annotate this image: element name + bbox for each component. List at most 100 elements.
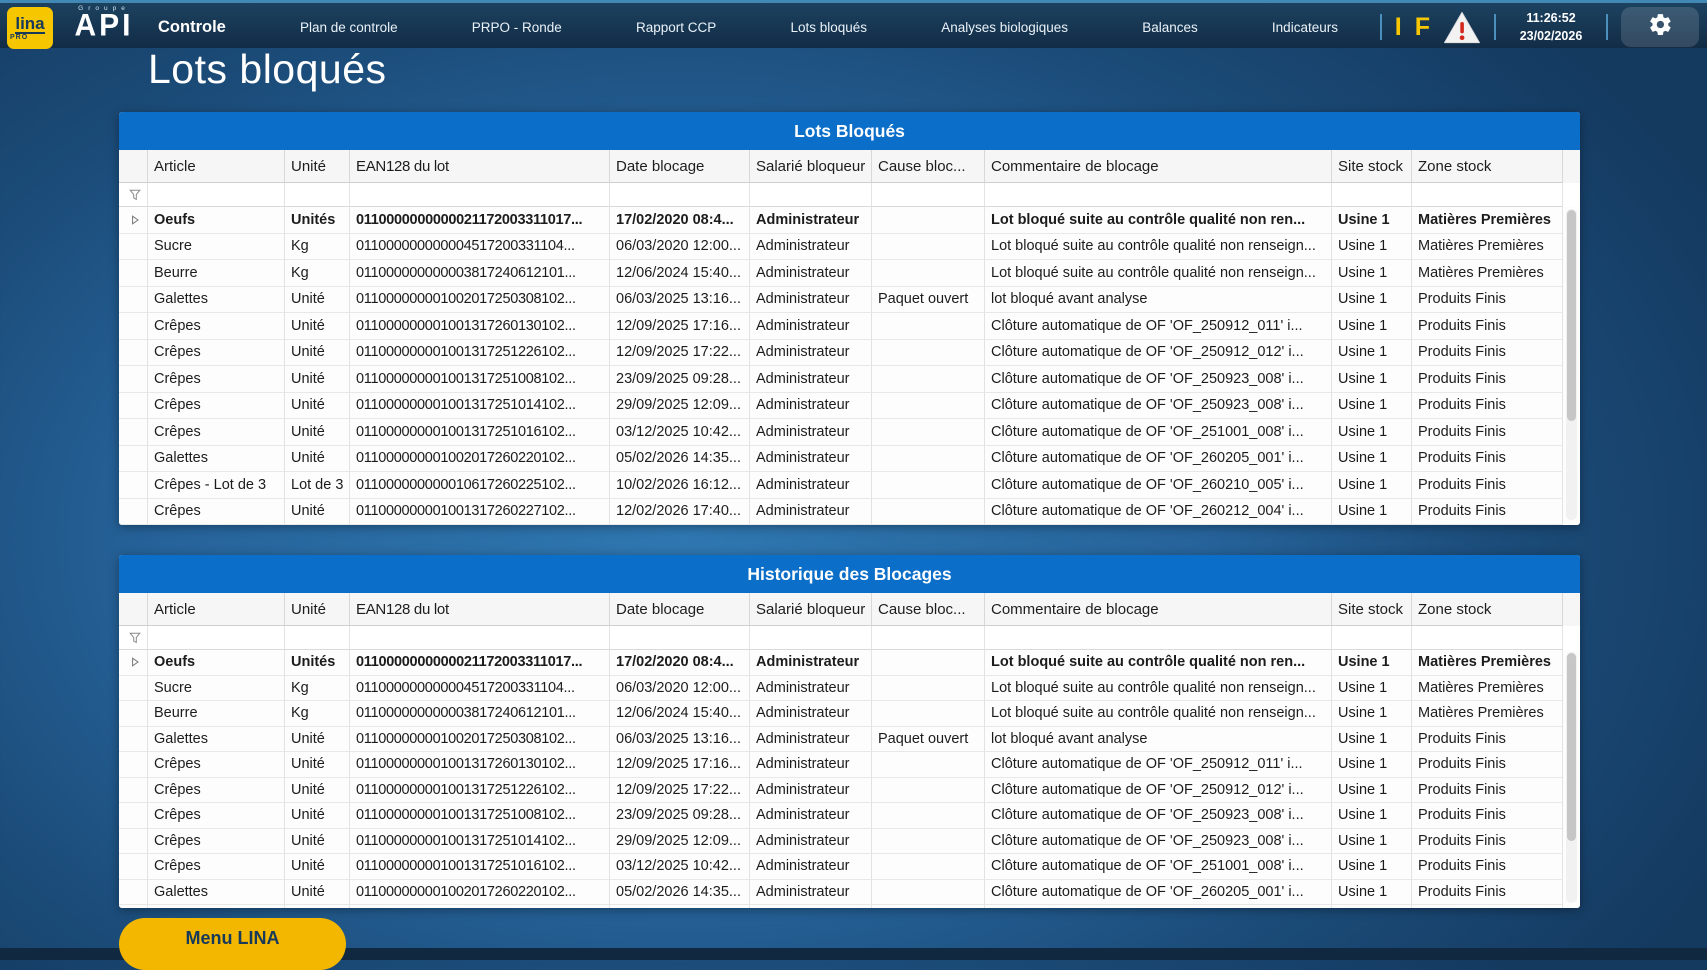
cell-site: Usine 1 xyxy=(1332,701,1412,727)
column-header-ean[interactable]: EAN128 du lot xyxy=(350,593,610,626)
filter-cell-ean[interactable] xyxy=(350,626,610,650)
expander-icon[interactable] xyxy=(130,657,140,667)
filter-cell-date[interactable] xyxy=(610,626,750,650)
filter-cell-cause[interactable] xyxy=(872,183,985,207)
column-header-zone[interactable]: Zone stock xyxy=(1412,593,1563,626)
table-row[interactable]: OeufsUnités0110000000000021172003311017.… xyxy=(119,650,1580,676)
column-header-site[interactable]: Site stock xyxy=(1332,150,1412,183)
cell-zone: Matières Premières xyxy=(1412,676,1563,702)
nav-item-analyses-biologiques[interactable]: Analyses biologiques xyxy=(941,20,1068,35)
filter-cell-ean[interactable] xyxy=(350,183,610,207)
table-row[interactable]: SucreKg011000000000004517200331104...06/… xyxy=(119,234,1580,261)
table-row[interactable]: CrêpesUnité011000000001001317251008102..… xyxy=(119,366,1580,393)
expander-cell[interactable] xyxy=(119,650,148,676)
cell-commentaire: Clôture automatique de OF 'OF_260205_001… xyxy=(985,446,1332,473)
table-row[interactable]: BeurreKg011000000000003817240612101...12… xyxy=(119,701,1580,727)
table-row[interactable]: CrêpesUnité011000000001001317251226102..… xyxy=(119,340,1580,367)
column-header-commentaire[interactable]: Commentaire de blocage xyxy=(985,150,1332,183)
column-header-unite[interactable]: Unité xyxy=(285,150,350,183)
expander-cell xyxy=(119,366,148,393)
filter-cell-site[interactable] xyxy=(1332,626,1412,650)
filter-cell-site[interactable] xyxy=(1332,183,1412,207)
expander-cell xyxy=(119,393,148,420)
cell-zone: Produits Finis xyxy=(1412,393,1563,420)
table-row[interactable]: Crêpes - Lot de 3Lot de 3011000000000010… xyxy=(119,905,1580,908)
table-row[interactable]: BeurreKg011000000000003817240612101...12… xyxy=(119,260,1580,287)
table-row[interactable]: CrêpesUnité011000000001001317251016102..… xyxy=(119,854,1580,880)
column-header-commentaire[interactable]: Commentaire de blocage xyxy=(985,593,1332,626)
column-header-salarie[interactable]: Salarié bloqueur xyxy=(750,593,872,626)
gear-icon xyxy=(1648,12,1673,42)
table-row[interactable]: CrêpesUnité011000000001001317251014102..… xyxy=(119,829,1580,855)
column-header-salarie[interactable]: Salarié bloqueur xyxy=(750,150,872,183)
column-header-unite[interactable]: Unité xyxy=(285,593,350,626)
filter-cell-salarie[interactable] xyxy=(750,626,872,650)
table-row[interactable]: SucreKg011000000000004517200331104...06/… xyxy=(119,676,1580,702)
column-header-article[interactable]: Article xyxy=(148,150,285,183)
nav-item-rapport-ccp[interactable]: Rapport CCP xyxy=(636,20,716,35)
table-row[interactable]: CrêpesUnité011000000001001317251008102..… xyxy=(119,803,1580,829)
column-header-date[interactable]: Date blocage xyxy=(610,150,750,183)
expander-cell xyxy=(119,260,148,287)
cell-ean: 011000000000004517200331104... xyxy=(350,676,610,702)
cell-date: 06/03/2020 12:00... xyxy=(610,676,750,702)
filter-cell-article[interactable] xyxy=(148,183,285,207)
warning-icon[interactable] xyxy=(1443,11,1481,44)
filter-cell-commentaire[interactable] xyxy=(985,183,1332,207)
filter-cell-zone[interactable] xyxy=(1412,626,1563,650)
table-row[interactable]: GalettesUnité011000000001002017260220102… xyxy=(119,880,1580,906)
scrollbar-thumb[interactable] xyxy=(1567,653,1576,841)
nav-item-lots-bloqu-s[interactable]: Lots bloqués xyxy=(790,20,867,35)
nav-item-indicateurs[interactable]: Indicateurs xyxy=(1272,20,1338,35)
menu-lina-button[interactable]: Menu LINA xyxy=(119,918,346,970)
filter-cell-salarie[interactable] xyxy=(750,183,872,207)
table-row[interactable]: CrêpesUnité011000000001001317251226102..… xyxy=(119,778,1580,804)
cell-article: Crêpes xyxy=(148,393,285,420)
column-header-cause[interactable]: Cause bloc... xyxy=(872,593,985,626)
cell-article: Crêpes xyxy=(148,419,285,446)
table-filter-row xyxy=(119,626,1580,650)
vertical-scrollbar[interactable] xyxy=(1566,209,1577,520)
filter-cell-commentaire[interactable] xyxy=(985,626,1332,650)
expander-cell[interactable] xyxy=(119,207,148,234)
filter-cell-zone[interactable] xyxy=(1412,183,1563,207)
filter-cell-unite[interactable] xyxy=(285,626,350,650)
column-header-zone[interactable]: Zone stock xyxy=(1412,150,1563,183)
cell-commentaire: Lot bloqué suite au contrôle qualité non… xyxy=(985,701,1332,727)
settings-button[interactable] xyxy=(1621,7,1699,47)
cell-ean: 011000000000003817240612101... xyxy=(350,701,610,727)
expander-icon[interactable] xyxy=(130,215,140,225)
column-header-site[interactable]: Site stock xyxy=(1332,593,1412,626)
table-row[interactable]: CrêpesUnité011000000001001317260227102..… xyxy=(119,499,1580,526)
cell-site: Usine 1 xyxy=(1332,234,1412,261)
cell-ean: 011000000001001317251016102... xyxy=(350,854,610,880)
column-header-date[interactable]: Date blocage xyxy=(610,593,750,626)
table-row[interactable]: CrêpesUnité011000000001001317260130102..… xyxy=(119,313,1580,340)
filter-cell-cause[interactable] xyxy=(872,626,985,650)
cell-date: 10/02/2026 16:12... xyxy=(610,905,750,908)
cell-cause xyxy=(872,905,985,908)
table-row[interactable]: GalettesUnité011000000001002017250308102… xyxy=(119,727,1580,753)
vertical-scrollbar[interactable] xyxy=(1566,652,1577,903)
nav-item-prpo-ronde[interactable]: PRPO - Ronde xyxy=(472,20,562,35)
table-row[interactable]: CrêpesUnité011000000001001317251016102..… xyxy=(119,419,1580,446)
table-row[interactable]: Crêpes - Lot de 3Lot de 3011000000000010… xyxy=(119,472,1580,499)
nav-item-plan-de-controle[interactable]: Plan de controle xyxy=(300,20,398,35)
filter-cell-article[interactable] xyxy=(148,626,285,650)
table-row[interactable]: GalettesUnité011000000001002017250308102… xyxy=(119,287,1580,314)
filter-cell-date[interactable] xyxy=(610,183,750,207)
table-row[interactable]: GalettesUnité011000000001002017260220102… xyxy=(119,446,1580,473)
cell-zone: Produits Finis xyxy=(1412,446,1563,473)
column-header-cause[interactable]: Cause bloc... xyxy=(872,150,985,183)
nav-item-controle[interactable]: Controle xyxy=(158,18,226,37)
cell-cause xyxy=(872,701,985,727)
filter-cell-unite[interactable] xyxy=(285,183,350,207)
nav-item-balances[interactable]: Balances xyxy=(1142,20,1198,35)
column-header-ean[interactable]: EAN128 du lot xyxy=(350,150,610,183)
scrollbar-thumb[interactable] xyxy=(1567,210,1576,421)
cell-commentaire: Clôture automatique de OF 'OF_250923_008… xyxy=(985,393,1332,420)
table-row[interactable]: CrêpesUnité011000000001001317260130102..… xyxy=(119,752,1580,778)
column-header-article[interactable]: Article xyxy=(148,593,285,626)
table-row[interactable]: OeufsUnités0110000000000021172003311017.… xyxy=(119,207,1580,234)
table-row[interactable]: CrêpesUnité011000000001001317251014102..… xyxy=(119,393,1580,420)
